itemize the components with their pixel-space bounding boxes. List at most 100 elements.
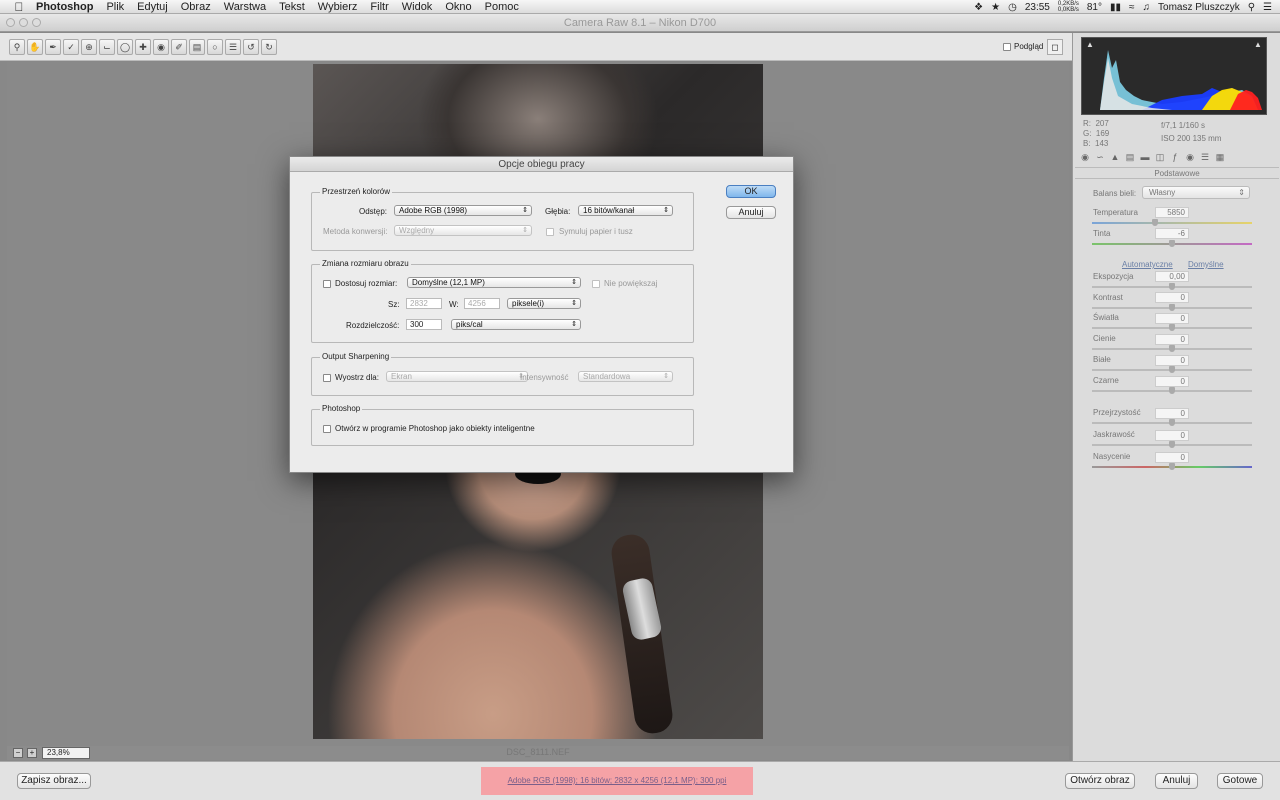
tint-slider-knob[interactable] bbox=[1169, 240, 1175, 247]
fit-size-select[interactable]: Domyślne (12,1 MP) ⇕ bbox=[407, 277, 581, 288]
default-tone-link[interactable]: Domyślne bbox=[1188, 260, 1224, 269]
contrast-slider[interactable] bbox=[1092, 304, 1252, 311]
vibrance-slider-knob[interactable] bbox=[1169, 441, 1175, 448]
height-field[interactable]: 4256 bbox=[464, 298, 500, 309]
contrast-slider-knob[interactable] bbox=[1169, 304, 1175, 311]
menu-filter[interactable]: Filtr bbox=[370, 1, 388, 13]
tint-slider[interactable] bbox=[1092, 240, 1252, 247]
preview-checkbox[interactable] bbox=[1003, 42, 1011, 51]
bluetooth-icon[interactable]: ★ bbox=[991, 2, 1000, 13]
amount-select[interactable]: Standardowa ⇕ bbox=[578, 371, 673, 382]
cancel-button[interactable]: Anuluj bbox=[1155, 773, 1198, 789]
zoom-tool-icon[interactable]: ⚲ bbox=[9, 39, 25, 55]
shadows-slider[interactable] bbox=[1092, 345, 1252, 352]
whites-slider-knob[interactable] bbox=[1169, 366, 1175, 373]
menu-view[interactable]: Widok bbox=[402, 1, 433, 13]
detail-tab-icon[interactable]: ▲ bbox=[1109, 151, 1121, 163]
dropbox-icon[interactable]: ❖ bbox=[974, 2, 983, 13]
menu-image[interactable]: Obraz bbox=[181, 1, 211, 13]
lens-tab-icon[interactable]: ◫ bbox=[1154, 151, 1166, 163]
exposure-slider[interactable] bbox=[1092, 283, 1252, 290]
space-select[interactable]: Adobe RGB (1998) ⇕ bbox=[394, 205, 532, 216]
sharpen-for-select[interactable]: Ekran ⇕ bbox=[386, 371, 528, 382]
auto-tone-link[interactable]: Automatyczne bbox=[1122, 260, 1173, 269]
crop-tool-icon[interactable]: ⌙ bbox=[99, 39, 115, 55]
tint-field[interactable]: -6 bbox=[1155, 228, 1189, 239]
exposure-slider-knob[interactable] bbox=[1169, 283, 1175, 290]
hsl-tab-icon[interactable]: ▤ bbox=[1124, 151, 1136, 163]
volume-icon[interactable]: ♫ bbox=[1143, 2, 1151, 13]
resolution-units-select[interactable]: piks/cal ⇕ bbox=[451, 319, 581, 330]
blacks-slider-knob[interactable] bbox=[1169, 387, 1175, 394]
menu-type[interactable]: Tekst bbox=[279, 1, 305, 13]
saturation-field[interactable]: 0 bbox=[1155, 452, 1189, 463]
red-eye-tool-icon[interactable]: ◉ bbox=[153, 39, 169, 55]
resolution-field[interactable]: 300 bbox=[406, 319, 442, 330]
clarity-field[interactable]: 0 bbox=[1155, 408, 1189, 419]
saturation-slider-knob[interactable] bbox=[1169, 463, 1175, 470]
intent-select[interactable]: Względny ⇕ bbox=[394, 225, 532, 236]
straighten-tool-icon[interactable]: ◯ bbox=[117, 39, 133, 55]
hand-tool-icon[interactable]: ✋ bbox=[27, 39, 43, 55]
smart-objects-checkbox[interactable] bbox=[323, 425, 331, 433]
shadows-field[interactable]: 0 bbox=[1155, 334, 1189, 345]
close-window-button[interactable] bbox=[6, 18, 15, 27]
menu-window[interactable]: Okno bbox=[445, 1, 471, 13]
snapshots-tab-icon[interactable]: ▦ bbox=[1214, 151, 1226, 163]
app-menu[interactable]: Photoshop bbox=[36, 1, 93, 13]
rotate-right-icon[interactable]: ↻ bbox=[261, 39, 277, 55]
depth-select[interactable]: 16 bitów/kanał ⇕ bbox=[578, 205, 673, 216]
temperature-slider-knob[interactable] bbox=[1152, 219, 1158, 226]
menu-select[interactable]: Wybierz bbox=[318, 1, 358, 13]
fit-size-checkbox[interactable] bbox=[323, 280, 331, 288]
white-balance-tool-icon[interactable]: ✒ bbox=[45, 39, 61, 55]
fullscreen-icon[interactable]: ◻ bbox=[1047, 39, 1063, 55]
rotate-left-icon[interactable]: ↺ bbox=[243, 39, 259, 55]
workflow-options-link[interactable]: Adobe RGB (1998); 16 bitów; 2832 x 4256 … bbox=[481, 767, 753, 795]
whites-field[interactable]: 0 bbox=[1155, 355, 1189, 366]
done-button[interactable]: Gotowe bbox=[1217, 773, 1263, 789]
vibrance-field[interactable]: 0 bbox=[1155, 430, 1189, 441]
temperature-slider[interactable] bbox=[1092, 219, 1252, 226]
highlights-slider-knob[interactable] bbox=[1169, 324, 1175, 331]
temperature-field[interactable]: 5850 bbox=[1155, 207, 1189, 218]
shadows-slider-knob[interactable] bbox=[1169, 345, 1175, 352]
menu-help[interactable]: Pomoc bbox=[485, 1, 519, 13]
basic-tab-icon[interactable]: ◉ bbox=[1079, 151, 1091, 163]
units-select[interactable]: piksele(i) ⇕ bbox=[507, 298, 581, 309]
whites-slider[interactable] bbox=[1092, 366, 1252, 373]
dialog-cancel-button[interactable]: Anuluj bbox=[726, 206, 776, 219]
color-sampler-tool-icon[interactable]: ✓ bbox=[63, 39, 79, 55]
white-balance-select[interactable]: Własny ⇕ bbox=[1142, 186, 1250, 199]
highlights-slider[interactable] bbox=[1092, 324, 1252, 331]
exposure-field[interactable]: 0,00 bbox=[1155, 271, 1189, 282]
highlights-field[interactable]: 0 bbox=[1155, 313, 1189, 324]
open-image-button[interactable]: Otwórz obraz bbox=[1065, 773, 1135, 789]
spot-removal-tool-icon[interactable]: ✚ bbox=[135, 39, 151, 55]
radial-filter-icon[interactable]: ○ bbox=[207, 39, 223, 55]
menu-layer[interactable]: Warstwa bbox=[224, 1, 266, 13]
preview-toggle[interactable]: Podgląd bbox=[1003, 42, 1043, 51]
save-image-button[interactable]: Zapisz obraz... bbox=[17, 773, 91, 789]
blacks-field[interactable]: 0 bbox=[1155, 376, 1189, 387]
width-field[interactable]: 2832 bbox=[406, 298, 442, 309]
ok-button[interactable]: OK bbox=[726, 185, 776, 198]
simulate-paper-checkbox[interactable] bbox=[546, 228, 554, 236]
effects-tab-icon[interactable]: ƒ bbox=[1169, 151, 1181, 163]
targeted-adjust-tool-icon[interactable]: ⊕ bbox=[81, 39, 97, 55]
split-toning-tab-icon[interactable]: ▬ bbox=[1139, 151, 1151, 163]
clarity-slider[interactable] bbox=[1092, 419, 1252, 426]
adjustment-brush-icon[interactable]: ✐ bbox=[171, 39, 187, 55]
minimize-window-button[interactable] bbox=[19, 18, 28, 27]
tone-curve-tab-icon[interactable]: ∽ bbox=[1094, 151, 1106, 163]
list-icon[interactable]: ☰ bbox=[1263, 2, 1272, 13]
presets-tab-icon[interactable]: ☰ bbox=[1199, 151, 1211, 163]
camera-calibration-tab-icon[interactable]: ◉ bbox=[1184, 151, 1196, 163]
user-name[interactable]: Tomasz Pluszczyk bbox=[1158, 2, 1240, 13]
menu-file[interactable]: Plik bbox=[106, 1, 124, 13]
wifi-icon[interactable]: ≈ bbox=[1129, 2, 1135, 13]
contrast-field[interactable]: 0 bbox=[1155, 292, 1189, 303]
saturation-slider[interactable] bbox=[1092, 463, 1252, 470]
no-enlarge-checkbox[interactable] bbox=[592, 280, 600, 288]
menu-edit[interactable]: Edytuj bbox=[137, 1, 168, 13]
